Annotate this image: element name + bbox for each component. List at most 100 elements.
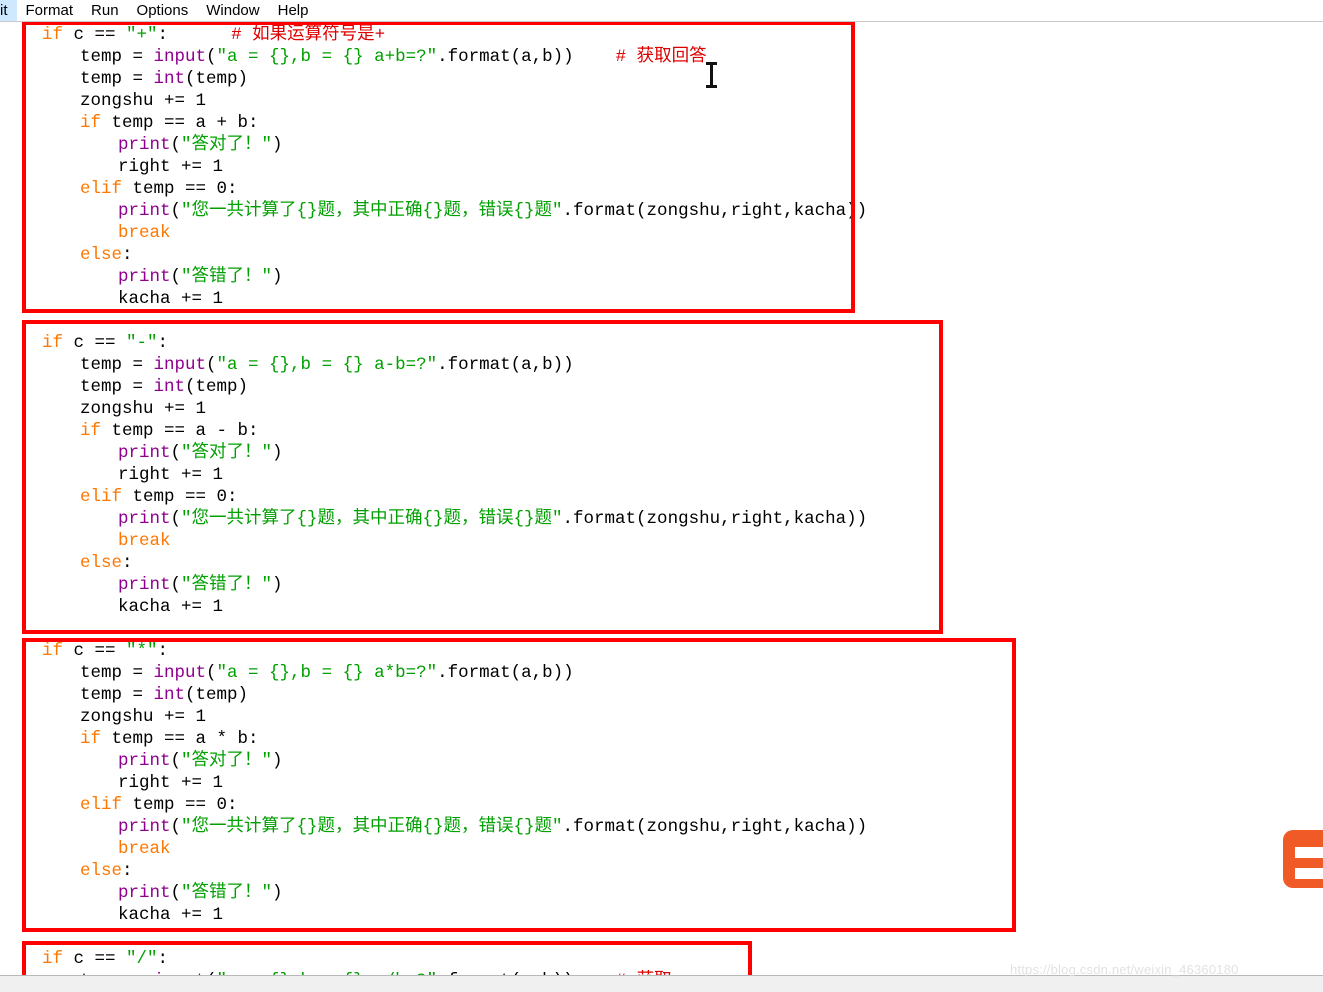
code-token-kw: else [80,245,123,265]
code-line[interactable]: kacha += 1 [118,288,223,310]
code-token-plain: temp = [80,377,154,397]
code-token-plain: kacha += 1 [118,905,224,925]
code-token-kw: break [118,223,171,243]
code-token-kw: if [80,113,102,133]
code-line[interactable]: zongshu += 1 [80,90,206,112]
horizontal-scrollbar[interactable] [0,975,1323,992]
code-token-fn: print [118,135,171,155]
code-token-plain: .format(zongshu,right,kacha)) [562,509,868,529]
menu-item-options[interactable]: Options [128,0,198,21]
code-line[interactable]: print("答对了！") [118,750,283,772]
code-line[interactable]: print("答错了！") [118,574,283,596]
code-token-plain: kacha += 1 [118,597,224,617]
code-token-kw: if [42,25,64,45]
code-token-str: "答错了！" [181,267,273,287]
code-token-plain: ( [170,509,182,529]
code-line[interactable]: break [118,838,171,860]
code-line[interactable]: if temp == a * b: [80,728,259,750]
code-token-plain: ) [272,751,283,771]
menu-item-help[interactable]: Help [269,0,318,21]
menu-item-window[interactable]: Window [197,0,268,21]
code-token-plain: : [157,641,169,661]
code-line[interactable]: print("您一共计算了{}题，其中正确{}题，错误{}题".format(z… [118,200,867,222]
code-line[interactable]: temp = int(temp) [80,68,248,90]
code-token-plain: ( [170,201,182,221]
code-token-str: "您一共计算了{}题，其中正确{}题，错误{}题" [181,817,563,837]
code-token-kw: if [80,729,102,749]
code-token-plain: right += 1 [118,157,224,177]
code-token-kw: if [42,949,64,969]
code-token-str: "答对了！" [181,751,273,771]
code-line[interactable]: else: [80,860,133,882]
code-line[interactable]: print("答对了！") [118,134,283,156]
code-token-fn: int [153,685,186,705]
code-line[interactable]: if temp == a + b: [80,112,259,134]
code-token-cmt: # 获取回答 [615,47,707,67]
code-token-plain: : [157,949,169,969]
code-line[interactable]: elif temp == 0: [80,178,238,200]
code-token-fn: input [153,355,207,375]
code-token-plain: ) [272,575,283,595]
code-line[interactable]: print("您一共计算了{}题，其中正确{}题，错误{}题".format(z… [118,508,867,530]
code-token-fn: print [118,201,171,221]
code-token-plain: temp == a + b: [101,113,259,133]
code-line[interactable]: kacha += 1 [118,904,223,926]
code-line[interactable]: temp = input("a = {},b = {} a+b=?".forma… [80,46,707,68]
code-line[interactable]: if c == "/": [42,948,168,970]
code-token-str: "您一共计算了{}题，其中正确{}题，错误{}题" [181,201,563,221]
code-token-plain: temp == a * b: [101,729,259,749]
code-token-plain: (temp) [185,377,249,397]
browser-edge-badge-icon [1279,828,1323,890]
code-token-plain: temp == 0: [122,795,238,815]
code-line[interactable]: elif temp == 0: [80,794,238,816]
code-token-str: "答对了！" [181,443,273,463]
watermark-text: https://blog.csdn.net/weixin_46360180 [1010,962,1239,977]
menu-item-run[interactable]: Run [82,0,128,21]
code-line[interactable]: if c == "*": [42,640,168,662]
code-line[interactable]: right += 1 [118,772,223,794]
code-token-plain: : [122,553,133,573]
code-line[interactable]: kacha += 1 [118,596,223,618]
code-line[interactable]: else: [80,552,133,574]
code-line[interactable]: temp = input("a = {},b = {} a*b=?".forma… [80,662,574,684]
code-token-plain: c == [63,949,127,969]
code-token-plain: : [122,861,133,881]
code-token-kw: elif [80,795,123,815]
menu-item-edit[interactable]: it [0,0,17,21]
code-token-plain: c == [63,641,127,661]
code-token-plain: temp = [80,47,154,67]
code-line[interactable]: print("答错了！") [118,882,283,904]
horizontal-scrollbar-thumb[interactable] [0,977,620,992]
code-line[interactable]: break [118,222,171,244]
code-line[interactable]: if temp == a - b: [80,420,259,442]
code-line[interactable]: right += 1 [118,464,223,486]
code-line[interactable]: temp = int(temp) [80,684,248,706]
code-token-fn: print [118,509,171,529]
code-token-fn: print [118,575,171,595]
code-line[interactable]: break [118,530,171,552]
code-token-plain: ( [170,267,182,287]
code-line[interactable]: else: [80,244,133,266]
code-line[interactable]: right += 1 [118,156,223,178]
code-line[interactable]: print("答错了！") [118,266,283,288]
code-line[interactable]: if c == "-": [42,332,168,354]
code-line[interactable]: zongshu += 1 [80,706,206,728]
code-line[interactable]: if c == "+": # 如果运算符号是+ [42,24,385,46]
menu-item-format[interactable]: Format [17,0,83,21]
code-token-fn: print [118,817,171,837]
code-line[interactable]: print("答对了！") [118,442,283,464]
code-token-kw: elif [80,179,123,199]
code-line[interactable]: elif temp == 0: [80,486,238,508]
code-token-plain: .format(a,b)) [437,47,574,67]
code-token-fn: int [153,377,186,397]
code-token-plain: right += 1 [118,773,224,793]
code-token-fn: print [118,443,171,463]
code-line[interactable]: zongshu += 1 [80,398,206,420]
code-line[interactable]: temp = int(temp) [80,376,248,398]
code-editor-area[interactable]: if c == "+": # 如果运算符号是+ temp = input("a =… [0,22,1323,975]
code-token-plain: ( [206,47,217,67]
code-line[interactable]: temp = input("a = {},b = {} a-b=?".forma… [80,354,574,376]
code-token-plain: : [157,25,169,45]
code-token-fn: input [153,47,207,67]
code-line[interactable]: print("您一共计算了{}题，其中正确{}题，错误{}题".format(z… [118,816,867,838]
